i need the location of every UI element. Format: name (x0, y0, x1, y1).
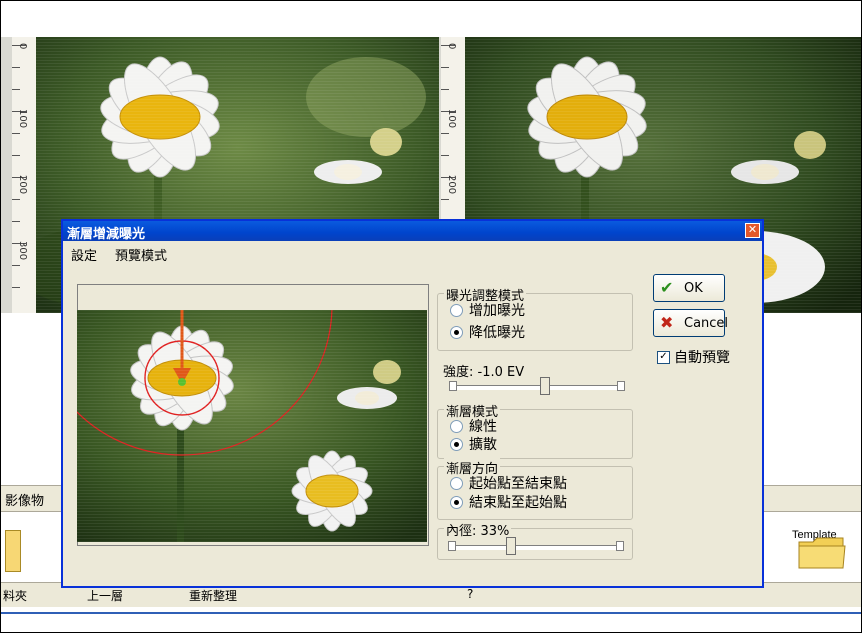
panel-label: 影像物 (5, 494, 45, 509)
preview-image[interactable] (77, 310, 427, 542)
ruler-label: 200 (17, 175, 28, 195)
gradient-direction-group: 漸層方向 起始點至結束點 結束點至起始點 (437, 458, 633, 520)
intensity-slider[interactable] (449, 377, 625, 395)
option-label: 增加曝光 (469, 303, 525, 319)
intensity-label: 強度: -1.0 EV (443, 365, 525, 380)
gradient-mode-group: 漸層模式 線性 擴散 (437, 401, 633, 459)
ruler-label: 300 (17, 241, 28, 261)
ruler-label: 100 (17, 109, 28, 129)
checkbox-icon: ✓ (657, 350, 670, 364)
folder-icon[interactable] (797, 534, 847, 570)
slider-thumb[interactable] (506, 537, 516, 555)
cancel-button[interactable]: ✖ Cancel (653, 309, 729, 337)
radio-selected-icon (450, 437, 463, 451)
radio-icon (450, 303, 463, 317)
menu-preview-mode[interactable]: 預覽模式 (115, 245, 167, 264)
gradient-exposure-dialog: 漸層增減曝光 ✕ 設定 預覽模式 曝光調整模式 增加曝光 降低曝光 強度: -1… (61, 219, 764, 588)
menu-settings[interactable]: 設定 (71, 245, 97, 264)
radio-selected-icon (450, 325, 463, 339)
radio-linear[interactable]: 線性 (450, 416, 497, 436)
dialog-titlebar[interactable]: 漸層增減曝光 ✕ (63, 221, 762, 242)
ruler-label: 0 (446, 43, 457, 50)
radio-decrease-exposure[interactable]: 降低曝光 (450, 322, 525, 342)
option-label: 結束點至起始點 (469, 495, 567, 511)
refresh-button[interactable]: 重新整理 (189, 587, 237, 604)
x-icon: ✖ (660, 313, 674, 332)
radio-selected-icon (450, 495, 463, 509)
option-label: 降低曝光 (469, 325, 525, 341)
ruler-label: 0 (17, 43, 28, 50)
end-point-handle[interactable] (178, 378, 186, 386)
radio-start-to-end[interactable]: 起始點至結束點 (450, 473, 567, 493)
option-label: 擴散 (469, 437, 497, 453)
checkmark-icon: ✔ (660, 278, 674, 297)
auto-preview-checkbox[interactable]: ✓ 自動預覽 (657, 347, 730, 367)
inner-radius-slider[interactable] (448, 537, 624, 555)
auto-preview-label: 自動預覽 (674, 350, 730, 366)
exposure-mode-group: 曝光調整模式 增加曝光 降低曝光 (437, 285, 633, 351)
cancel-label: Cancel (684, 316, 729, 331)
ok-button[interactable]: ✔ OK (653, 274, 725, 302)
radio-icon (450, 419, 463, 433)
vertical-ruler-left: 0 100 200 300 (12, 37, 37, 313)
top-toolbar-area (1, 1, 861, 37)
separator-line (1, 612, 861, 614)
ruler-label: 200 (446, 175, 457, 195)
dialog-title: 漸層增減曝光 (67, 227, 146, 242)
option-label: 起始點至結束點 (469, 476, 567, 492)
close-icon[interactable]: ✕ (745, 223, 760, 238)
inner-radius-group: 內徑: 33% (437, 520, 633, 560)
radio-increase-exposure[interactable]: 增加曝光 (450, 300, 525, 320)
dialog-menubar: 設定 預覽模式 (63, 241, 762, 265)
slider-thumb[interactable] (540, 377, 550, 395)
radio-diffuse[interactable]: 擴散 (450, 434, 497, 454)
inner-radius-label: 內徑: 33% (444, 520, 512, 539)
up-level-button[interactable]: 上一層 (87, 587, 123, 604)
folder-tab[interactable]: 料夾 (3, 587, 27, 604)
option-label: 線性 (469, 419, 497, 435)
help-button[interactable]: ? (467, 587, 473, 601)
radio-icon (450, 476, 463, 490)
radio-end-to-start[interactable]: 結束點至起始點 (450, 492, 567, 512)
ok-label: OK (684, 281, 703, 296)
folder-thumbnail[interactable] (5, 530, 21, 572)
ruler-label: 100 (446, 109, 457, 129)
